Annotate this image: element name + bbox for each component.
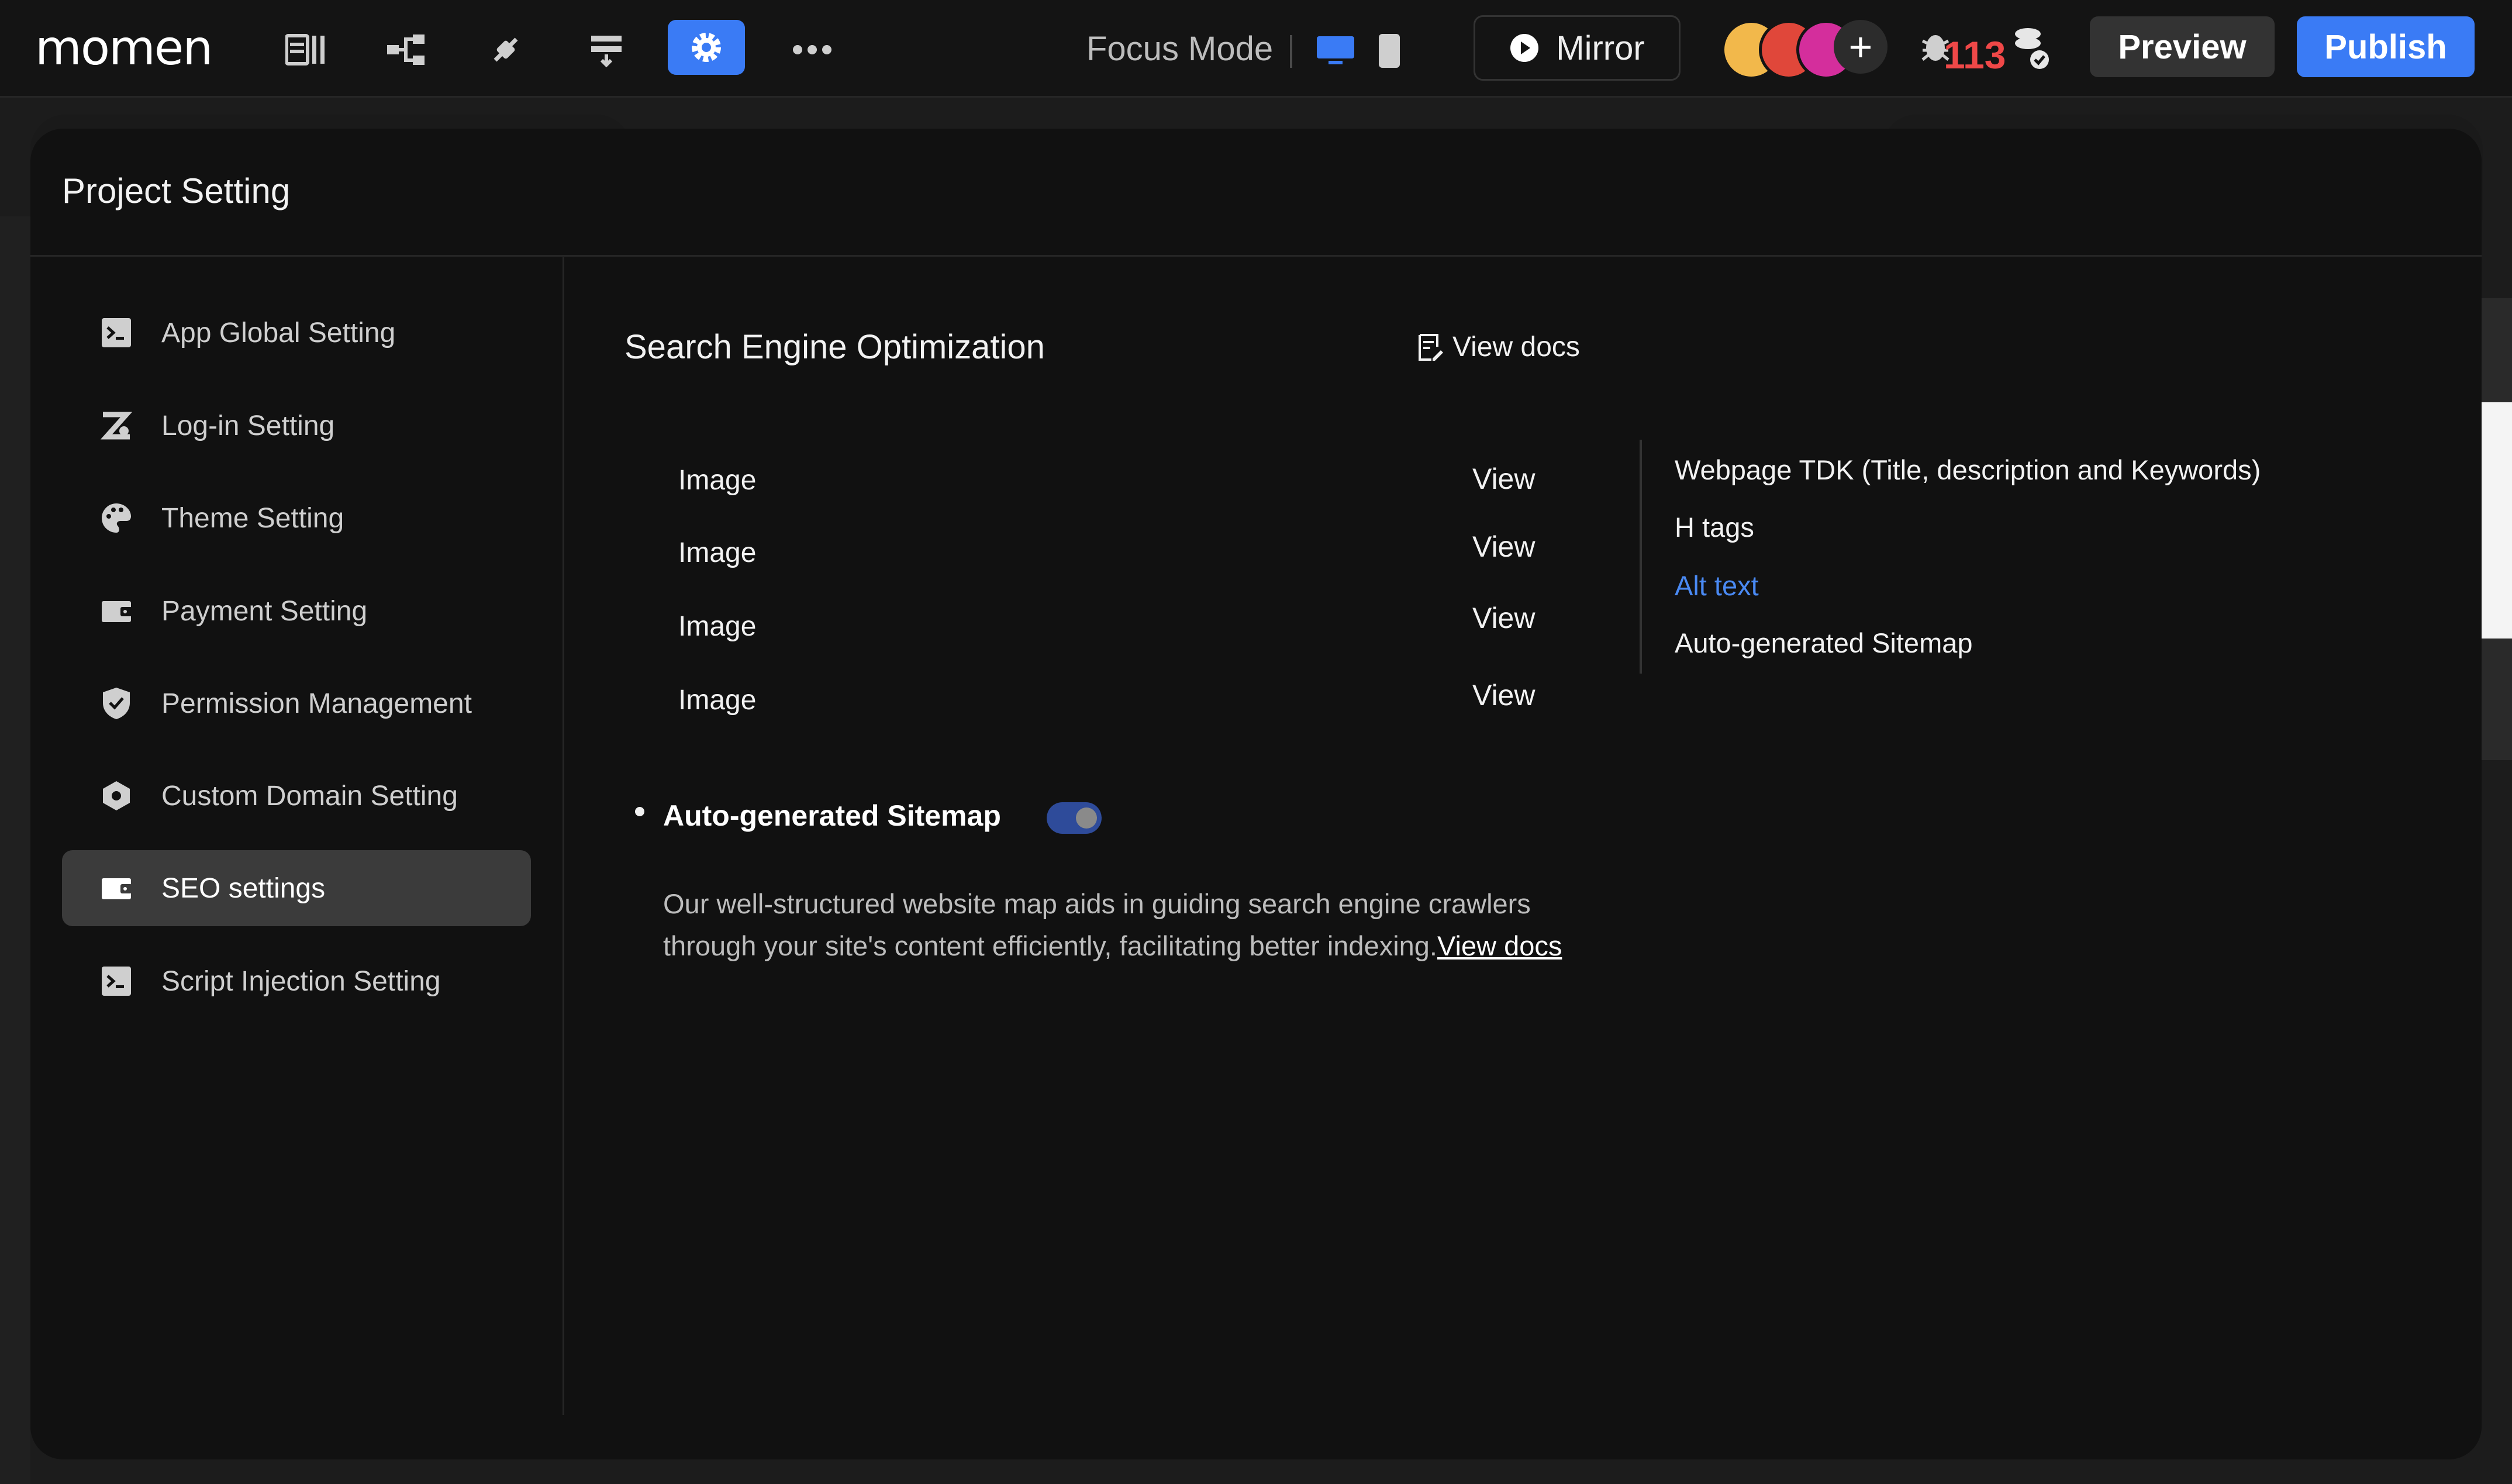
mobile-view-icon[interactable] <box>1378 33 1401 72</box>
toc-item-alt-text[interactable]: Alt text <box>1675 570 1759 602</box>
scrollbar-thumb[interactable] <box>2482 402 2512 639</box>
modal-header-divider <box>30 255 2482 257</box>
toc-item-sitemap[interactable]: Auto-generated Sitemap <box>1675 627 1973 659</box>
sitemap-description: Our well-structured website map aids in … <box>663 883 1622 967</box>
sidebar-item-permission-management[interactable]: Permission Management <box>62 665 531 741</box>
terminal-icon <box>98 963 134 999</box>
sidebar-item-label: Script Injection Setting <box>161 965 441 997</box>
pages-icon[interactable] <box>281 25 331 75</box>
top-toolbar: momen Focus Mode Mirror + 113 Preview Pu… <box>0 0 2512 98</box>
image-preview: Image <box>678 537 757 568</box>
sitemap-toggle[interactable] <box>1047 802 1102 834</box>
sidebar-item-app-global-setting[interactable]: App Global Setting <box>62 295 531 371</box>
sidebar-item-label: Permission Management <box>161 688 472 719</box>
palette-icon <box>98 500 134 536</box>
view-button[interactable]: View <box>1472 678 1535 712</box>
mirror-label: Mirror <box>1556 29 1645 67</box>
play-icon <box>1510 34 1539 62</box>
document-icon <box>1419 333 1443 361</box>
sidebar-item-label: Log-in Setting <box>161 410 335 441</box>
sidebar-item-payment-setting[interactable]: Payment Setting <box>62 573 531 649</box>
sidebar-item-label: SEO settings <box>161 872 326 904</box>
mirror-button[interactable]: Mirror <box>1474 15 1681 81</box>
preview-button[interactable]: Preview <box>2090 16 2275 77</box>
description-line-2: through your site's content efficiently,… <box>663 930 1437 961</box>
debug-indicator[interactable]: 113 <box>1919 21 2054 80</box>
sidebar-item-seo-settings[interactable]: SEO settings <box>62 850 531 926</box>
publish-button[interactable]: Publish <box>2297 16 2475 77</box>
toc-rail <box>1640 440 1642 674</box>
view-button[interactable]: View <box>1472 462 1535 496</box>
sidebar-item-custom-domain-setting[interactable]: Custom Domain Setting <box>62 758 531 834</box>
image-preview: Image <box>678 685 757 716</box>
sidebar-item-label: Custom Domain Setting <box>161 780 458 812</box>
momen-logo[interactable]: momen <box>35 18 251 78</box>
modal-title: Project Setting <box>62 171 291 210</box>
bullet-point <box>635 807 644 816</box>
sidebar-item-label: Payment Setting <box>161 595 368 627</box>
sitemap-title: Auto-generated Sitemap <box>663 799 1001 832</box>
image-preview: Image <box>678 465 757 496</box>
wallet-icon <box>98 593 134 629</box>
wallet-icon <box>98 870 134 906</box>
plugin-icon[interactable] <box>481 25 531 75</box>
add-collaborator-icon[interactable]: + <box>1834 20 1888 74</box>
view-button[interactable]: View <box>1472 601 1535 635</box>
image-preview: Image <box>678 611 757 642</box>
toggle-knob <box>1076 807 1097 829</box>
sidebar-divider <box>563 257 564 1415</box>
desktop-view-icon[interactable] <box>1316 34 1355 70</box>
tree-icon[interactable] <box>381 25 432 75</box>
domain-icon <box>98 778 134 814</box>
focus-mode-toggle[interactable]: Focus Mode <box>1086 29 1273 68</box>
sidebar-item-label: App Global Setting <box>161 317 396 348</box>
view-button[interactable]: View <box>1472 530 1535 564</box>
view-docs-link[interactable]: View docs <box>1417 331 1580 363</box>
coins-check-icon <box>2015 28 2049 69</box>
more-icon[interactable] <box>787 25 837 75</box>
toc-item-h-tags[interactable]: H tags <box>1675 511 1754 543</box>
toolbar-divider <box>1290 35 1292 68</box>
data-icon[interactable] <box>581 25 632 75</box>
shield-icon <box>98 685 134 722</box>
description-line-1: Our well-structured website map aids in … <box>663 888 1531 919</box>
logo-text: momen <box>35 20 213 76</box>
terminal-icon <box>98 315 134 351</box>
sidebar-item-label: Theme Setting <box>161 502 344 534</box>
login-icon <box>98 408 134 444</box>
section-title: Search Engine Optimization <box>624 328 1045 366</box>
sitemap-view-docs-link[interactable]: View docs <box>1437 930 1562 961</box>
canvas-background <box>0 216 30 1484</box>
bug-count: 113 <box>1944 33 2006 77</box>
sidebar-item-login-setting[interactable]: Log-in Setting <box>62 388 531 464</box>
view-docs-label: View docs <box>1452 332 1580 363</box>
toc-item-webpage-tdk[interactable]: Webpage TDK (Title, description and Keyw… <box>1675 454 2261 486</box>
sidebar-item-script-injection-setting[interactable]: Script Injection Setting <box>62 943 531 1019</box>
collaborator-avatars[interactable]: + <box>1721 20 1888 80</box>
settings-icon[interactable] <box>668 20 745 75</box>
sidebar-item-theme-setting[interactable]: Theme Setting <box>62 480 531 556</box>
